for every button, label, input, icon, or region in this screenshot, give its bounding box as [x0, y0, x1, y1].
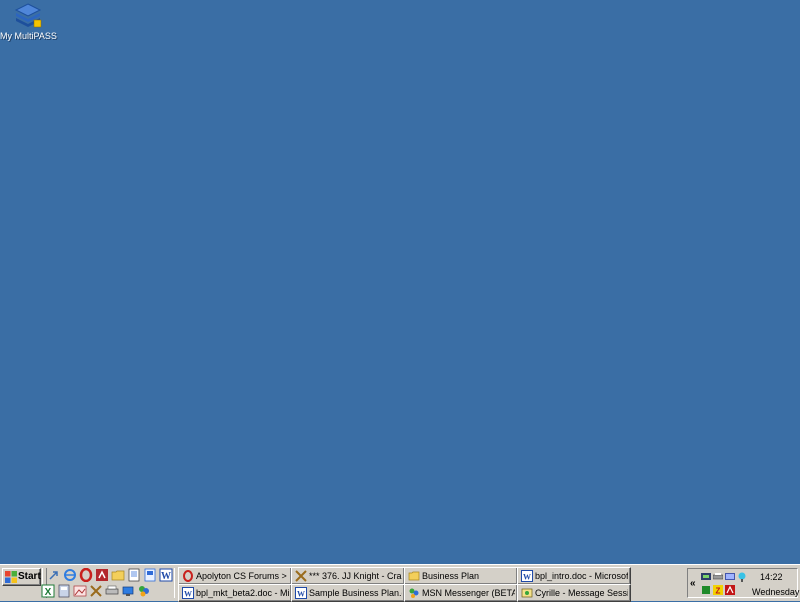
clock-day: Wednesday — [752, 587, 800, 597]
msn-icon — [409, 588, 419, 598]
opera-icon — [183, 570, 193, 582]
task-button-label: Business Plan — [422, 571, 480, 581]
word-icon: W — [295, 587, 307, 599]
svg-text:Z: Z — [716, 587, 721, 596]
svg-text:X: X — [45, 587, 52, 598]
svg-text:W: W — [523, 573, 531, 582]
start-label: Start — [18, 571, 41, 582]
desktop: My MultiPASS — [0, 0, 800, 564]
svg-text:W: W — [297, 590, 305, 599]
desktop-arrow-icon[interactable] — [47, 568, 61, 582]
taskbar: Start W X Apolyton CS Forums > M... *** … — [0, 564, 800, 602]
green-square-icon[interactable] — [701, 585, 711, 595]
task-button-business-plan[interactable]: Business Plan — [404, 567, 518, 585]
desktop-icon-my-multipass[interactable]: My MultiPASS — [0, 2, 57, 42]
document-icon[interactable] — [143, 568, 157, 582]
task-button-bpl-mkt-beta2[interactable]: W bpl_mkt_beta2.doc - Mic... — [178, 584, 292, 602]
internet-explorer-icon[interactable] — [63, 568, 77, 582]
folder-icon — [408, 571, 420, 581]
desktop-icon-label: My MultiPASS — [0, 31, 57, 41]
multipass-stack-icon — [14, 3, 42, 28]
image-icon[interactable] — [73, 584, 87, 598]
network-icon[interactable] — [121, 584, 135, 598]
flash-icon[interactable] — [95, 568, 109, 582]
task-button-sample-business-plan[interactable]: W Sample Business Plan.do... — [291, 584, 405, 602]
message-session-icon — [521, 588, 533, 598]
printer-status-icon[interactable] — [713, 572, 723, 582]
task-button-apolyton[interactable]: Apolyton CS Forums > M... — [178, 567, 292, 585]
word-icon: W — [521, 570, 533, 582]
monitor-icon[interactable] — [725, 572, 735, 582]
task-button-label: Cyrille - Message Session — [535, 588, 628, 598]
task-button-msn-messenger[interactable]: MSN Messenger (BETA) — [404, 584, 518, 602]
opera-icon[interactable] — [79, 568, 93, 582]
calculator-icon[interactable] — [57, 584, 71, 598]
crossed-tools-icon[interactable] — [89, 584, 103, 598]
task-button-label: Apolyton CS Forums > M... — [196, 571, 289, 581]
acrobat-icon[interactable] — [725, 585, 735, 595]
task-button-label: bpl_intro.doc - Microsoft ... — [535, 571, 628, 581]
task-button-message-session[interactable]: Cyrille - Message Session — [517, 584, 631, 602]
network-status-icon[interactable] — [701, 572, 711, 582]
task-button-jj-knight[interactable]: *** 376. JJ Knight - Cra... — [291, 567, 405, 585]
task-button-label: bpl_mkt_beta2.doc - Mic... — [196, 588, 289, 598]
svg-text:W: W — [184, 590, 192, 599]
zonealarm-icon[interactable]: Z — [713, 585, 723, 595]
word-icon: W — [182, 587, 194, 599]
bulb-icon[interactable] — [737, 572, 747, 582]
start-button[interactable]: Start — [2, 568, 41, 586]
tray-expand-button[interactable]: « — [690, 578, 696, 589]
svg-text:W: W — [161, 571, 171, 582]
clock-time[interactable]: 14:22 — [760, 572, 783, 582]
notepad-icon[interactable] — [127, 568, 141, 582]
folder-icon[interactable] — [111, 568, 125, 582]
msn-icon[interactable] — [137, 584, 151, 598]
task-button-label: *** 376. JJ Knight - Cra... — [309, 571, 402, 581]
task-button-label: Sample Business Plan.do... — [309, 588, 402, 598]
task-button-bpl-intro[interactable]: W bpl_intro.doc - Microsoft ... — [517, 567, 631, 585]
crossed-tools-icon — [295, 570, 307, 582]
word-icon[interactable]: W — [159, 568, 173, 582]
windows-logo-icon — [5, 571, 17, 583]
excel-icon[interactable]: X — [41, 584, 55, 598]
task-button-label: MSN Messenger (BETA) — [422, 588, 515, 598]
printer-icon[interactable] — [105, 584, 119, 598]
system-tray: « Z 14:22 Wednesday — [687, 568, 800, 598]
